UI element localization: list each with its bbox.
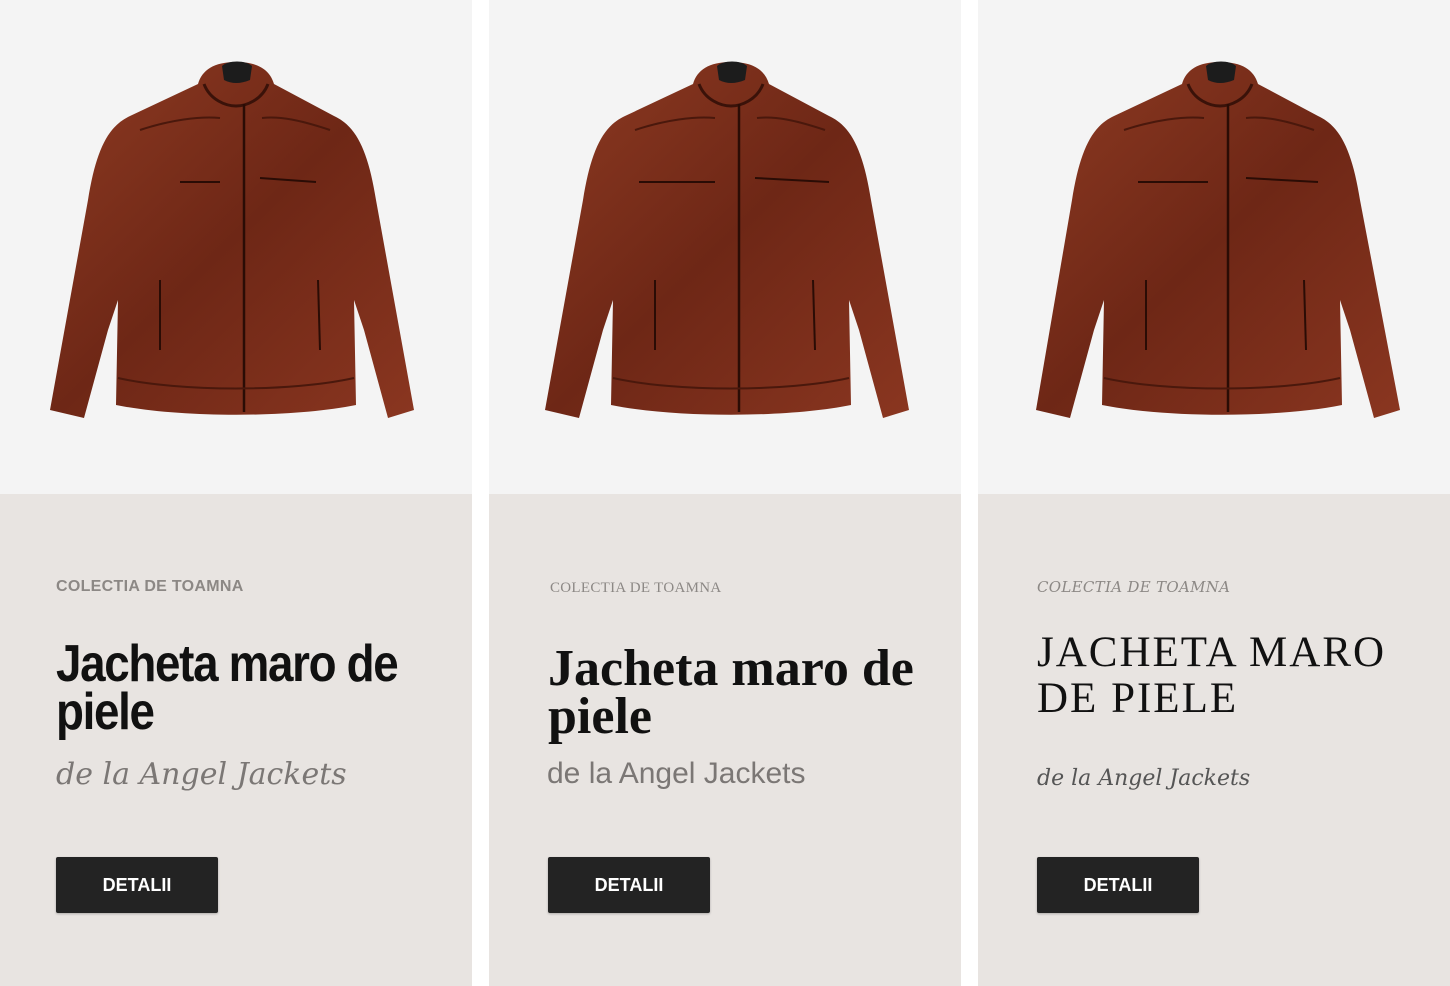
jacket-illustration: [1036, 61, 1400, 418]
jacket-image[interactable]: [978, 0, 1450, 494]
details-button[interactable]: DETALII: [56, 857, 218, 913]
details-button[interactable]: DETALII: [548, 857, 710, 913]
product-subtitle: de la Angel Jackets: [1037, 766, 1251, 791]
product-card-1: COLECTIA DE TOAMNA Jacheta maro de piele…: [0, 0, 472, 986]
product-card-2: COLECTIA DE TOAMNA Jacheta maro de piele…: [489, 0, 961, 986]
jacket-image[interactable]: [0, 0, 472, 494]
product-title: Jacheta maro de piele: [548, 640, 914, 745]
details-button[interactable]: DETALII: [1037, 857, 1199, 913]
product-subtitle: de la Angel Jackets: [56, 757, 347, 792]
jacket-illustration: [50, 61, 414, 418]
collection-tagline: COLECTIA DE TOAMNA: [1037, 578, 1231, 596]
jacket-image[interactable]: [489, 0, 961, 494]
collection-tagline: COLECTIA DE TOAMNA: [56, 578, 244, 595]
collection-tagline: COLECTIA DE TOAMNA: [550, 580, 722, 596]
product-title: Jacheta maro de piele: [56, 635, 399, 741]
product-title: JACHETA MARO DE PIELE: [1037, 629, 1387, 722]
product-subtitle: de la Angel Jackets: [547, 757, 806, 790]
jacket-illustration: [545, 61, 909, 418]
product-card-3: COLECTIA DE TOAMNA JACHETA MARO DE PIELE…: [978, 0, 1450, 986]
